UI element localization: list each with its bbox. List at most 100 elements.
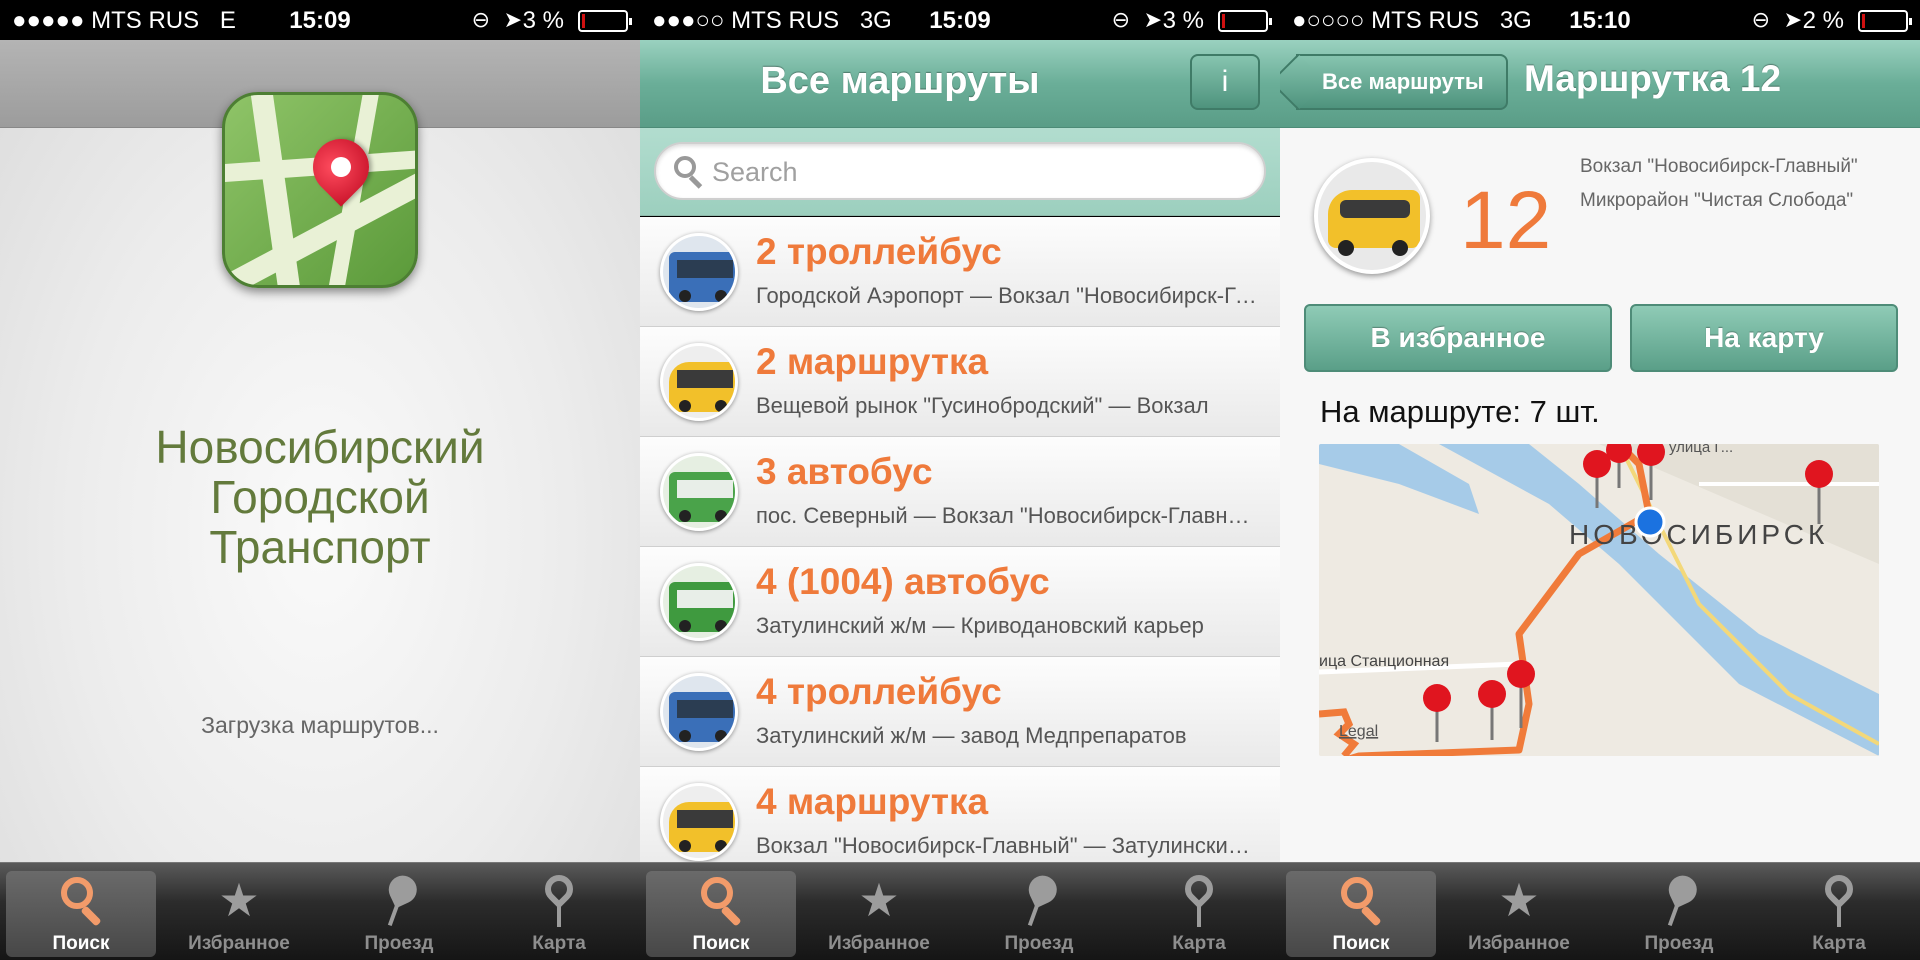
tab-search[interactable]: Поиск (6, 871, 156, 957)
pin-icon (1650, 866, 1707, 934)
tab-fare[interactable]: Проезд (1604, 871, 1754, 957)
tab-search[interactable]: Поиск (1286, 871, 1436, 957)
app-title-line: Городской (210, 471, 430, 523)
map-pin-icon (1179, 869, 1219, 929)
app-title: Новосибирский Городской Транспорт (0, 422, 640, 572)
tab-favorites[interactable]: ★ Избранное (1444, 871, 1594, 957)
tab-fare[interactable]: Проезд (964, 871, 1114, 957)
location-icon: ➤ (1143, 7, 1162, 32)
search-field[interactable] (654, 142, 1266, 200)
loading-text: Загрузка маршрутов... (201, 712, 439, 738)
legal-link[interactable]: Legal (1339, 723, 1378, 740)
add-favorite-button[interactable]: В избранное (1304, 304, 1612, 372)
route-stops: Городской Аэропорт — Вокзал "Новосибирск… (756, 283, 1260, 308)
app-logo-icon (222, 92, 418, 288)
search-input[interactable] (712, 150, 1212, 194)
tab-map[interactable]: Карта (484, 869, 634, 957)
minibus-icon (660, 343, 738, 421)
list-item[interactable]: 4 (1004) автобус Затулинский ж/м — Криво… (640, 547, 1280, 657)
search-icon (55, 871, 107, 929)
battery-percent: 3 % (522, 7, 564, 34)
rotation-lock-icon: ⊖ (1751, 7, 1770, 32)
route-name: 4 (1004) автобус (756, 561, 1050, 602)
page-title: Маршрутка 12 (1524, 58, 1782, 99)
route-stops: Затулинский ж/м — завод Медпрепаратов (756, 723, 1187, 748)
search-icon (1335, 871, 1387, 929)
list-item[interactable]: 2 троллейбус Городской Аэропорт — Вокзал… (640, 217, 1280, 327)
page-title: Все маршруты (760, 60, 1040, 102)
route-name: 4 троллейбус (756, 671, 1002, 712)
nav-bar: Все маршруты Маршрутка 12 (1280, 40, 1920, 128)
search-icon (674, 156, 704, 190)
route-list-screen: ●●●○○ MTS RUS 3G 15:09 ⊖ ➤ 3 % Все маршр… (640, 0, 1280, 960)
battery-icon (1858, 10, 1912, 32)
minibus-icon (1314, 158, 1430, 274)
search-icon (695, 871, 747, 929)
splash-screen: ●●●●● MTS RUS E 15:09 ⊖ ➤ 3 % Новосибирс… (0, 0, 640, 960)
tab-search[interactable]: Поиск (646, 871, 796, 957)
pin-icon (1010, 866, 1067, 934)
location-icon: ➤ (1783, 7, 1802, 32)
tab-map[interactable]: Карта (1124, 869, 1274, 957)
route-stops: Затулинский ж/м — Криводановский карьер (756, 613, 1204, 638)
list-item[interactable]: 3 автобус пос. Северный — Вокзал "Новоси… (640, 437, 1280, 547)
bus-icon (660, 453, 738, 531)
search-bar (640, 128, 1280, 216)
app-title-line: Новосибирский (155, 421, 485, 473)
street-label: ица Станционная (1319, 653, 1449, 670)
list-item[interactable]: 4 троллейбус Затулинский ж/м — завод Мед… (640, 657, 1280, 767)
trolleybus-icon (660, 233, 738, 311)
status-bar: ●●●○○ MTS RUS 3G 15:09 ⊖ ➤ 3 % (640, 0, 1280, 40)
battery-icon (1218, 10, 1272, 32)
app-title-line: Транспорт (209, 521, 431, 573)
nav-bar: Все маршруты i (640, 40, 1280, 128)
route-detail-screen: ●○○○○ MTS RUS 3G 15:10 ⊖ ➤ 2 % Все маршр… (1280, 0, 1920, 960)
pin-icon (370, 866, 427, 934)
minibus-icon (660, 783, 738, 861)
route-stops: пос. Северный — Вокзал "Новосибирск-Глав… (756, 503, 1260, 528)
route-list: 2 троллейбус Городской Аэропорт — Вокзал… (640, 217, 1280, 862)
show-on-map-button[interactable]: На карту (1630, 304, 1898, 372)
rotation-lock-icon: ⊖ (1111, 7, 1130, 32)
status-bar: ●●●●● MTS RUS E 15:09 ⊖ ➤ 3 % (0, 0, 640, 40)
tab-bar: Поиск ★ Избранное Проезд Карта (0, 862, 640, 960)
screens-container: ●●●●● MTS RUS E 15:09 ⊖ ➤ 3 % Новосибирс… (0, 0, 1920, 960)
route-detail: 12 Вокзал "Новосибирск-Главный" Микрорай… (1280, 128, 1920, 862)
tab-favorites[interactable]: ★ Избранное (804, 871, 954, 957)
route-stops: Вещевой рынок "Гусинобродский" — Вокзал (756, 393, 1209, 418)
list-item[interactable]: 4 маршрутка Вокзал "Новосибирск-Главный"… (640, 767, 1280, 862)
tab-fare[interactable]: Проезд (324, 871, 474, 957)
route-stops: Вокзал "Новосибирск-Главный" — Затулинск… (756, 833, 1260, 858)
star-icon: ★ (218, 874, 260, 926)
star-icon: ★ (1498, 874, 1540, 926)
route-name: 4 маршрутка (756, 781, 989, 822)
tab-favorites[interactable]: ★ Избранное (164, 871, 314, 957)
map-canvas: НОВОСИБИРСК ица Станционная улица Г... L… (1319, 444, 1879, 756)
route-name: 3 автобус (756, 451, 933, 492)
battery-percent: 3 % (1162, 7, 1204, 34)
map-pin-icon (539, 869, 579, 929)
tab-map[interactable]: Карта (1764, 869, 1914, 957)
info-button[interactable]: i (1190, 54, 1260, 110)
rotation-lock-icon: ⊖ (471, 7, 490, 32)
bus-icon (660, 563, 738, 641)
route-stop-start: Вокзал "Новосибирск-Главный" (1580, 156, 1858, 177)
route-number: 12 (1460, 175, 1552, 266)
route-name: 2 троллейбус (756, 231, 1002, 272)
battery-icon (578, 10, 632, 32)
route-name: 2 маршрутка (756, 341, 989, 382)
tab-bar: Поиск ★ Избранное Проезд Карта (1280, 862, 1920, 960)
back-button[interactable]: Все маршруты (1296, 54, 1508, 110)
street-label: улица Г... (1669, 444, 1733, 456)
vehicles-on-route: На маршруте: 7 шт. (1320, 394, 1600, 429)
map-pin-icon (1819, 869, 1859, 929)
list-item[interactable]: 2 маршрутка Вещевой рынок "Гусинобродски… (640, 327, 1280, 437)
tab-bar: Поиск ★ Избранное Проезд Карта (640, 862, 1280, 960)
user-location-icon (1634, 506, 1666, 538)
battery-percent: 2 % (1802, 7, 1844, 34)
star-icon: ★ (858, 874, 900, 926)
trolleybus-icon (660, 673, 738, 751)
route-stop-end: Микрорайон "Чистая Слобода" (1580, 190, 1854, 211)
location-icon: ➤ (503, 7, 522, 32)
route-map[interactable]: НОВОСИБИРСК ица Станционная улица Г... L… (1319, 444, 1879, 756)
